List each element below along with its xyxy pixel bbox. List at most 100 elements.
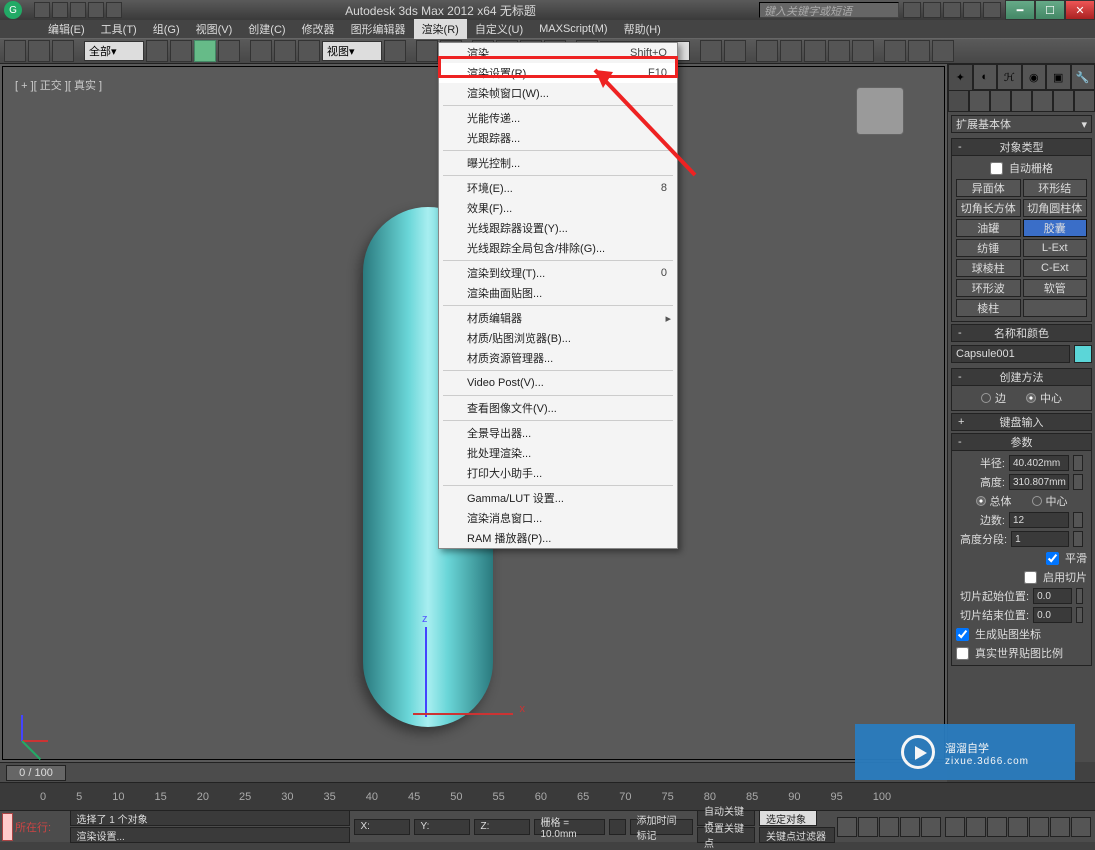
menu-help[interactable]: 帮助(H) xyxy=(616,19,669,39)
spinner-arrows-icon[interactable] xyxy=(1076,588,1083,604)
menu-item-y[interactable]: 光线跟踪器设置(Y)... xyxy=(439,218,677,238)
zoom-all-icon[interactable] xyxy=(966,817,986,837)
menu-edit[interactable]: 编辑(E) xyxy=(40,19,93,39)
menu-item-[interactable]: 光能传递... xyxy=(439,108,677,128)
mirror-icon[interactable] xyxy=(700,40,722,62)
menu-item-gammalut[interactable]: Gamma/LUT 设置... xyxy=(439,488,677,508)
radio-centers[interactable] xyxy=(1032,496,1042,506)
rollout-creation-method[interactable]: -创建方法 xyxy=(951,368,1092,386)
goto-start-icon[interactable] xyxy=(837,817,857,837)
sides-spinner[interactable]: 12 xyxy=(1009,512,1069,528)
menu-item-[interactable]: 曝光控制... xyxy=(439,153,677,173)
pan-icon[interactable] xyxy=(1029,817,1049,837)
time-slider[interactable]: 0 / 100 xyxy=(0,762,947,782)
qat-open-icon[interactable] xyxy=(52,2,68,18)
cat-spacewarps-icon[interactable] xyxy=(1053,90,1074,112)
menu-item-w[interactable]: 渲染帧窗口(W)... xyxy=(439,83,677,103)
objtype-异面体[interactable]: 异面体 xyxy=(956,179,1021,197)
minimize-button[interactable]: ━ xyxy=(1005,0,1035,20)
select-icon[interactable] xyxy=(146,40,168,62)
objtype-empty[interactable] xyxy=(1023,299,1088,317)
app-icon[interactable]: G xyxy=(4,1,22,19)
objtype-C-Ext[interactable]: C-Ext xyxy=(1023,259,1088,277)
rollout-name-color[interactable]: -名称和颜色 xyxy=(951,324,1092,342)
objtype-环形结[interactable]: 环形结 xyxy=(1023,179,1088,197)
unlink-icon[interactable] xyxy=(28,40,50,62)
select-manip-icon[interactable] xyxy=(416,40,438,62)
slice-from-spinner[interactable]: 0.0 xyxy=(1033,588,1072,604)
menu-item-[interactable]: 材质编辑器 xyxy=(439,308,677,328)
objtype-油罐[interactable]: 油罐 xyxy=(956,219,1021,237)
menu-item-[interactable]: 打印大小助手... xyxy=(439,463,677,483)
spinner-arrows-icon[interactable] xyxy=(1073,455,1083,471)
select-by-name-icon[interactable] xyxy=(170,40,192,62)
slice-on-checkbox[interactable] xyxy=(1024,571,1037,584)
link-icon[interactable] xyxy=(4,40,26,62)
render-setup-icon[interactable] xyxy=(884,40,906,62)
qat-redo-icon[interactable] xyxy=(106,2,122,18)
spinner-arrows-icon[interactable] xyxy=(1076,607,1083,623)
object-color-swatch[interactable] xyxy=(1074,345,1092,363)
tab-display-icon[interactable]: ▣ xyxy=(1046,64,1071,90)
radio-center[interactable] xyxy=(1026,393,1036,403)
radio-edge[interactable] xyxy=(981,393,991,403)
add-time-tag[interactable]: 添加时间标记 xyxy=(630,819,694,835)
cat-geometry-icon[interactable] xyxy=(948,90,969,112)
object-name-field[interactable]: Capsule001 xyxy=(951,345,1070,363)
key-mode-combo[interactable]: 选定对象 xyxy=(759,810,817,826)
prev-frame-icon[interactable] xyxy=(858,817,878,837)
menu-item-[interactable]: 批处理渲染... xyxy=(439,443,677,463)
zoom-icon[interactable] xyxy=(945,817,965,837)
coord-y[interactable]: Y: xyxy=(414,819,470,835)
height-spinner[interactable]: 310.807mm xyxy=(1009,474,1069,490)
menu-item-e[interactable]: 环境(E)...8 xyxy=(439,178,677,198)
menu-item-[interactable]: 渲染消息窗口... xyxy=(439,508,677,528)
menu-item-v[interactable]: 查看图像文件(V)... xyxy=(439,398,677,418)
coord-x[interactable]: X: xyxy=(354,819,410,835)
menu-item-videopostv[interactable]: Video Post(V)... xyxy=(439,373,677,393)
scale-icon[interactable] xyxy=(298,40,320,62)
objtype-环形波[interactable]: 环形波 xyxy=(956,279,1021,297)
cat-helpers-icon[interactable] xyxy=(1032,90,1053,112)
curve-editor-icon[interactable] xyxy=(804,40,826,62)
radius-spinner[interactable]: 40.402mm xyxy=(1009,455,1069,471)
align-icon[interactable] xyxy=(724,40,746,62)
objtype-切角圆柱体[interactable]: 切角圆柱体 xyxy=(1023,199,1088,217)
gizmo-z-axis[interactable] xyxy=(425,627,427,717)
menu-item-[interactable]: 材质资源管理器... xyxy=(439,348,677,368)
viewcube[interactable] xyxy=(856,87,904,135)
spinner-arrows-icon[interactable] xyxy=(1073,512,1083,528)
menu-group[interactable]: 组(G) xyxy=(145,19,188,39)
autogrid-checkbox[interactable] xyxy=(990,162,1003,175)
maximize-button[interactable]: ☐ xyxy=(1035,0,1065,20)
setkey-button[interactable]: 设置关键点 xyxy=(697,827,755,843)
close-button[interactable]: ✕ xyxy=(1065,0,1095,20)
slice-to-spinner[interactable]: 0.0 xyxy=(1033,607,1072,623)
favorites-icon[interactable] xyxy=(963,2,981,18)
tab-utilities-icon[interactable]: 🔧 xyxy=(1071,64,1095,90)
cat-lights-icon[interactable] xyxy=(990,90,1011,112)
menu-graph-editors[interactable]: 图形编辑器 xyxy=(343,19,414,39)
cat-systems-icon[interactable] xyxy=(1074,90,1095,112)
orbit-icon[interactable] xyxy=(1050,817,1070,837)
coord-z[interactable]: Z: xyxy=(474,819,530,835)
objtype-L-Ext[interactable]: L-Ext xyxy=(1023,239,1088,257)
track-bar[interactable]: 0510152025303540455055606570758085909510… xyxy=(0,782,1095,810)
qat-new-icon[interactable] xyxy=(34,2,50,18)
rollout-object-type[interactable]: -对象类型 xyxy=(951,138,1092,156)
menu-item-t[interactable]: 渲染到纹理(T)...0 xyxy=(439,263,677,283)
rendered-frame-icon[interactable] xyxy=(908,40,930,62)
viewport-label[interactable]: [ + ][ 正交 ][ 真实 ] xyxy=(15,77,102,93)
render-icon[interactable] xyxy=(932,40,954,62)
layers-icon[interactable] xyxy=(756,40,778,62)
menu-item-b[interactable]: 材质/贴图浏览器(B)... xyxy=(439,328,677,348)
qat-undo-icon[interactable] xyxy=(88,2,104,18)
menu-item-r[interactable]: 渲染设置(R)...F10 xyxy=(439,63,677,83)
maximize-viewport-icon[interactable] xyxy=(1071,817,1091,837)
bind-spacewarp-icon[interactable] xyxy=(52,40,74,62)
tab-create-icon[interactable]: ✦ xyxy=(948,64,973,90)
material-editor-icon[interactable] xyxy=(852,40,874,62)
gizmo-x-axis[interactable] xyxy=(413,713,513,715)
objtype-切角长方体[interactable]: 切角长方体 xyxy=(956,199,1021,217)
radio-overall[interactable] xyxy=(976,496,986,506)
